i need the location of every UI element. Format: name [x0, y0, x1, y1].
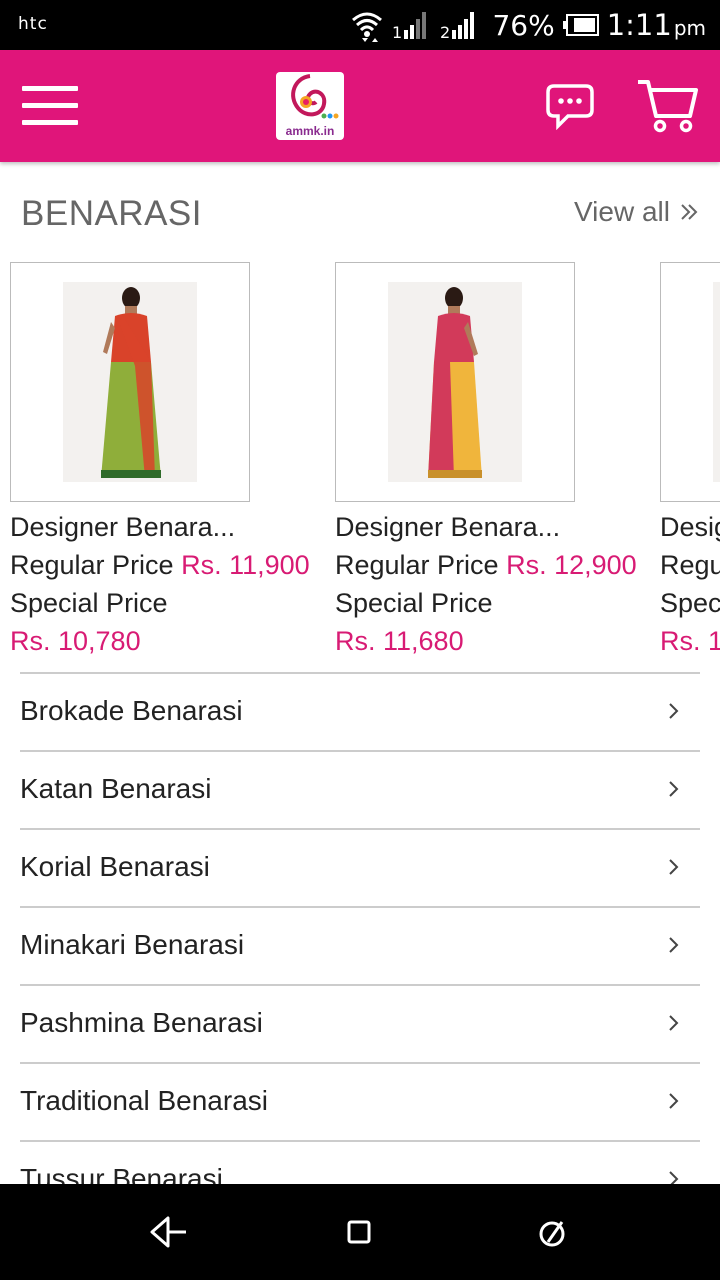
svg-text:1: 1 — [392, 23, 402, 40]
paisley-logo-icon — [291, 74, 339, 119]
category-label: Traditional Benarasi — [20, 1085, 268, 1116]
category-list: Brokade Benarasi Katan Benarasi Korial B… — [20, 672, 700, 1218]
chat-icon — [546, 84, 594, 131]
wifi-icon — [350, 8, 384, 42]
category-item[interactable]: Pashmina Benarasi — [20, 984, 700, 1062]
product-image[interactable] — [10, 262, 250, 502]
navigation-bar — [0, 1184, 720, 1280]
device-brand: htc — [18, 14, 48, 34]
category-label: Korial Benarasi — [20, 851, 210, 882]
special-price-value: Rs. 1 — [660, 626, 720, 656]
signal-1-icon: 1 — [392, 10, 432, 40]
category-item[interactable]: Traditional Benarasi — [20, 1062, 700, 1140]
app-bar: ammk.in — [0, 50, 720, 162]
menu-button[interactable] — [22, 86, 78, 126]
double-chevron-right-icon — [681, 204, 698, 220]
product-image[interactable] — [335, 262, 575, 502]
product-card[interactable]: Designer Benara... Regular Price Rs. 11,… — [10, 262, 330, 660]
category-label: Katan Benarasi — [20, 773, 212, 804]
recents-button[interactable] — [532, 1212, 572, 1252]
svg-text:2: 2 — [440, 23, 450, 40]
cart-icon — [638, 80, 698, 133]
status-icons: 1 2 76% 1:11 pm — [350, 6, 706, 44]
logo-text: ammk.in — [285, 124, 335, 138]
category-label: Pashmina Benarasi — [20, 1007, 263, 1038]
status-bar: htc 1 2 76% 1:11 pm — [0, 0, 720, 50]
back-button[interactable] — [148, 1212, 188, 1252]
recents-icon — [539, 1221, 565, 1247]
special-price-label: Special Price — [10, 588, 168, 618]
saree-model-image — [101, 287, 161, 478]
special-price-value: Rs. 10,780 — [10, 626, 141, 656]
product-image[interactable] — [660, 262, 720, 502]
back-icon — [150, 1216, 186, 1248]
home-icon — [347, 1220, 371, 1244]
app-logo[interactable]: ammk.in — [276, 72, 344, 140]
category-label: Brokade Benarasi — [20, 695, 243, 726]
category-item[interactable]: Korial Benarasi — [20, 828, 700, 906]
category-label: Minakari Benarasi — [20, 929, 245, 960]
regular-price-row: Regular Price Rs. 11,900 — [10, 546, 330, 584]
regular-price-value: Rs. 12,900 — [506, 550, 637, 580]
category-item[interactable]: Katan Benarasi — [20, 750, 700, 828]
cart-button[interactable] — [636, 78, 698, 134]
chevron-right-icon — [669, 859, 679, 875]
product-card[interactable]: Desig Regu Spec Rs. 1 — [660, 262, 720, 660]
battery-icon — [562, 14, 599, 36]
chevron-right-icon — [669, 1015, 679, 1031]
chevron-right-icon — [669, 1093, 679, 1109]
chevron-right-icon — [669, 703, 679, 719]
view-all-label: View all — [574, 196, 670, 227]
saree-model-image — [428, 287, 482, 478]
regular-price-label: Regu — [660, 550, 720, 580]
product-card[interactable]: Designer Benara... Regular Price Rs. 12,… — [335, 262, 655, 660]
section-title: BENARASI — [21, 194, 202, 233]
regular-price-label: Regular Price — [335, 550, 499, 580]
regular-price-row: Regular Price Rs. 12,900 — [335, 546, 655, 584]
chat-button[interactable] — [546, 82, 594, 131]
chevron-right-icon — [669, 781, 679, 797]
category-item[interactable]: Brokade Benarasi — [20, 672, 700, 750]
product-name[interactable]: Desig — [660, 508, 720, 546]
product-name[interactable]: Designer Benara... — [10, 508, 330, 546]
product-name[interactable]: Designer Benara... — [335, 508, 655, 546]
product-carousel[interactable]: Designer Benara... Regular Price Rs. 11,… — [0, 262, 720, 662]
chevron-right-icon — [669, 937, 679, 953]
regular-price-label: Regular Price — [10, 550, 174, 580]
view-all-link[interactable]: View all — [574, 196, 698, 228]
regular-price-value: Rs. 11,900 — [181, 550, 310, 580]
special-price-label: Spec — [660, 588, 720, 618]
signal-2-icon: 2 — [440, 10, 484, 40]
category-item[interactable]: Minakari Benarasi — [20, 906, 700, 984]
special-price-label: Special Price — [335, 588, 493, 618]
battery-percent: 76% — [492, 8, 555, 42]
clock: 1:11 pm — [606, 8, 706, 42]
home-button[interactable] — [340, 1212, 380, 1252]
special-price-value: Rs. 11,680 — [335, 626, 464, 656]
